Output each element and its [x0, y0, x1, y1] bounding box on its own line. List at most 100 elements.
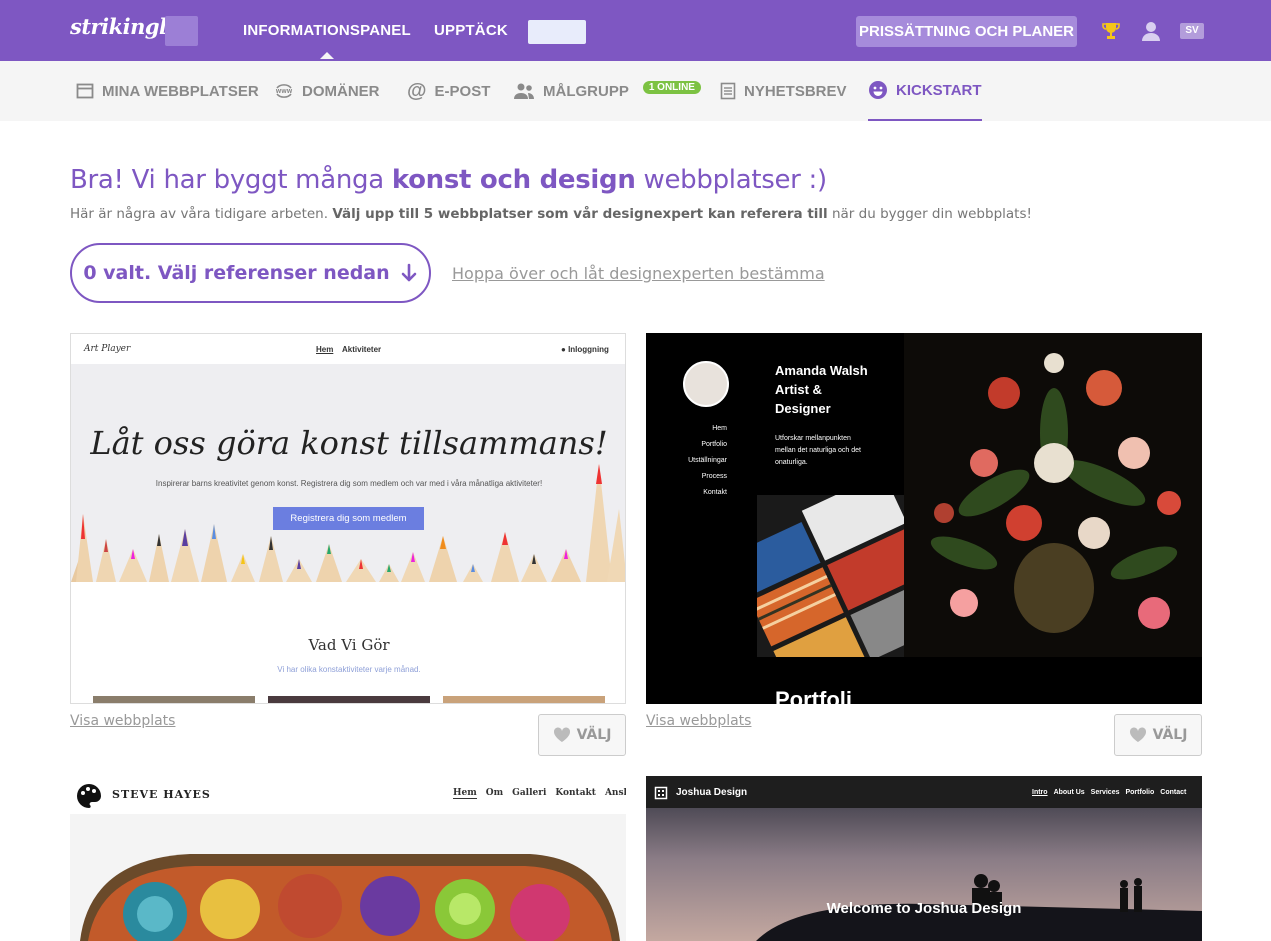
subnav-label: MINA WEBBPLATSER	[102, 82, 259, 100]
preview-artist-name: Amanda Walsh Artist & Designer	[775, 361, 868, 418]
preview-nav-item: Hem	[316, 345, 334, 354]
choose-button[interactable]: VÄLJ	[1114, 714, 1202, 756]
nav-search-box[interactable]	[528, 20, 586, 44]
preview-nav-item: Portfolio	[701, 441, 727, 448]
subnav-e-post[interactable]: @ E-POST	[407, 61, 490, 121]
preview-hero-text: Welcome to Joshua Design	[826, 900, 1022, 917]
preview-name-line: Artist &	[775, 382, 822, 397]
preview-register-button: Registrera dig som medlem	[273, 507, 424, 530]
choose-label: VÄLJ	[576, 727, 612, 743]
collage-image	[757, 495, 904, 657]
www-icon: www	[276, 84, 293, 98]
smile-icon	[869, 81, 887, 99]
preview-nav-item: Contact	[1160, 789, 1187, 796]
choose-button[interactable]: VÄLJ	[538, 714, 626, 756]
preview-avatar	[683, 361, 729, 407]
pricing-button[interactable]: PRISSÄTTNING OCH PLANER	[856, 16, 1077, 47]
template-card-joshua-design[interactable]: Joshua Design Intro About Us Services Po…	[646, 776, 1202, 941]
preview-brand: STEVE HAYES	[112, 788, 211, 801]
select-references-label: 0 valt. Välj referenser nedan	[83, 262, 390, 284]
preview-photo	[93, 696, 255, 703]
preview-nav-item: Portfolio	[1125, 789, 1155, 796]
preview-photo	[443, 696, 605, 703]
subnav-nyhetsbrev[interactable]: NYHETSBREV	[720, 61, 847, 121]
headline-text-end: webbplatser :)	[635, 165, 827, 195]
preview-section-sub: Vi har olika konstaktiviteter varje måna…	[277, 665, 421, 674]
subnav-label: DOMÄNER	[302, 82, 380, 100]
preview-side-nav: Hem Portfolio Utställningar Process Kont…	[688, 421, 727, 501]
users-icon	[514, 83, 534, 99]
view-site-link[interactable]: Visa webbplats	[70, 713, 175, 729]
preview-nav-item: Galleri	[512, 788, 547, 798]
preview-section-title: Vad Vi Gör	[308, 636, 390, 654]
subnav-mina-webbplatser[interactable]: MINA WEBBPLATSER	[76, 61, 259, 121]
logo-placeholder-box	[165, 16, 198, 46]
online-badge: 1 ONLINE	[642, 80, 701, 94]
subline-text: Här är några av våra tidigare arbeten.	[70, 206, 333, 222]
page-subline: Här är några av våra tidigare arbeten. V…	[70, 206, 1032, 222]
subnav-domaner[interactable]: www DOMÄNER	[274, 61, 380, 121]
preview-nav-item: Hem	[712, 425, 727, 432]
preview-subtitle: Inspirerar barns kreativitet genom konst…	[155, 479, 543, 488]
preview-nav-item: About Us	[1053, 789, 1085, 796]
preview-nav: Hem Om Galleri Kontakt Anslut	[453, 788, 626, 799]
headline-category: konst och design	[391, 165, 636, 195]
subnav-label: NYHETSBREV	[744, 82, 847, 100]
preview-text-line: Utforskar mellanpunkten	[775, 435, 851, 442]
flower-painting	[904, 333, 1202, 657]
preview-name-line: Designer	[775, 401, 831, 416]
colored-pencils-image	[71, 464, 625, 582]
template-thumbnail: Art Player Hem Aktiviteter ● Inloggning	[71, 334, 625, 703]
language-selector[interactable]: SV	[1180, 23, 1204, 39]
subnav-label: MÅLGRUPP	[543, 82, 629, 100]
nav-informationspanel[interactable]: INFORMATIONSPANEL	[243, 22, 411, 59]
heart-icon	[1129, 727, 1146, 742]
heart-icon	[553, 727, 570, 742]
subline-text-end: när du bygger din webbplats!	[827, 206, 1032, 222]
template-card-amanda-walsh[interactable]: Hem Portfolio Utställningar Process Kont…	[646, 333, 1202, 704]
trophy-icon[interactable]	[1100, 20, 1122, 42]
subnav-kickstart[interactable]: KICKSTART	[868, 61, 982, 121]
svg-text:www: www	[276, 89, 293, 95]
preview-nav-item: Anslut	[604, 788, 626, 798]
subnav-malgrupp[interactable]: MÅLGRUPP 1 ONLINE	[513, 61, 701, 121]
choose-label: VÄLJ	[1152, 727, 1188, 743]
preview-nav-item: Utställningar	[688, 457, 727, 464]
preview-nav-item: Kontakt	[703, 489, 727, 496]
headline-text: Bra! Vi har byggt många	[70, 165, 392, 195]
preview-login-label: Inloggning	[568, 345, 609, 354]
preview-hero: Låt oss göra konst tillsammans! Inspirer…	[71, 364, 625, 582]
preview-nav-item: Process	[701, 473, 727, 480]
nav-upptack[interactable]: UPPTÄCK	[434, 22, 508, 39]
skip-link[interactable]: Hoppa över och låt designexperten bestäm…	[452, 264, 825, 283]
preview-nav-item: Services	[1090, 789, 1120, 796]
preview-brand: Art Player	[84, 344, 131, 354]
strikingly-logo[interactable]: strikingly	[70, 14, 179, 39]
subnav-label: KICKSTART	[896, 81, 982, 99]
template-card-art-player[interactable]: Art Player Hem Aktiviteter ● Inloggning	[70, 333, 626, 704]
browser-icon	[76, 83, 94, 99]
arrow-down-icon	[401, 263, 416, 282]
user-icon[interactable]	[1140, 20, 1162, 42]
preview-nav-item: Intro	[1032, 789, 1048, 796]
preview-navbar: STEVE HAYES Hem Om Galleri Kontakt Anslu…	[70, 776, 626, 814]
select-references-button[interactable]: 0 valt. Välj referenser nedan	[70, 243, 431, 303]
preview-nav-item: Aktiviteter	[342, 345, 382, 354]
preview-name-line: Amanda Walsh	[775, 363, 868, 378]
preview-nav-item: Kontakt	[555, 788, 596, 798]
view-site-link[interactable]: Visa webbplats	[646, 713, 751, 729]
subnav-label: E-POST	[434, 82, 491, 100]
template-thumbnail: Hem Portfolio Utställningar Process Kont…	[646, 333, 1202, 704]
preview-title: Låt oss göra konst tillsammans!	[90, 424, 608, 462]
preview-text-line: mellan det naturliga och det	[775, 447, 861, 454]
template-card-steve-hayes[interactable]: STEVE HAYES Hem Om Galleri Kontakt Anslu…	[70, 776, 626, 941]
preview-intro-text: Utforskar mellanpunkten mellan det natur…	[775, 433, 861, 469]
preview-nav-item: Hem	[453, 788, 477, 799]
template-thumbnail: Joshua Design Intro About Us Services Po…	[646, 776, 1202, 941]
preview-text-line: onaturliga.	[775, 459, 808, 466]
palette-icon	[77, 784, 101, 808]
building-icon	[654, 786, 668, 800]
preview-brand: Joshua Design	[676, 787, 748, 798]
preview-portfolio-strip: Portfoli	[757, 657, 1202, 704]
preview-sidebar: Hem Portfolio Utställningar Process Kont…	[646, 333, 757, 703]
